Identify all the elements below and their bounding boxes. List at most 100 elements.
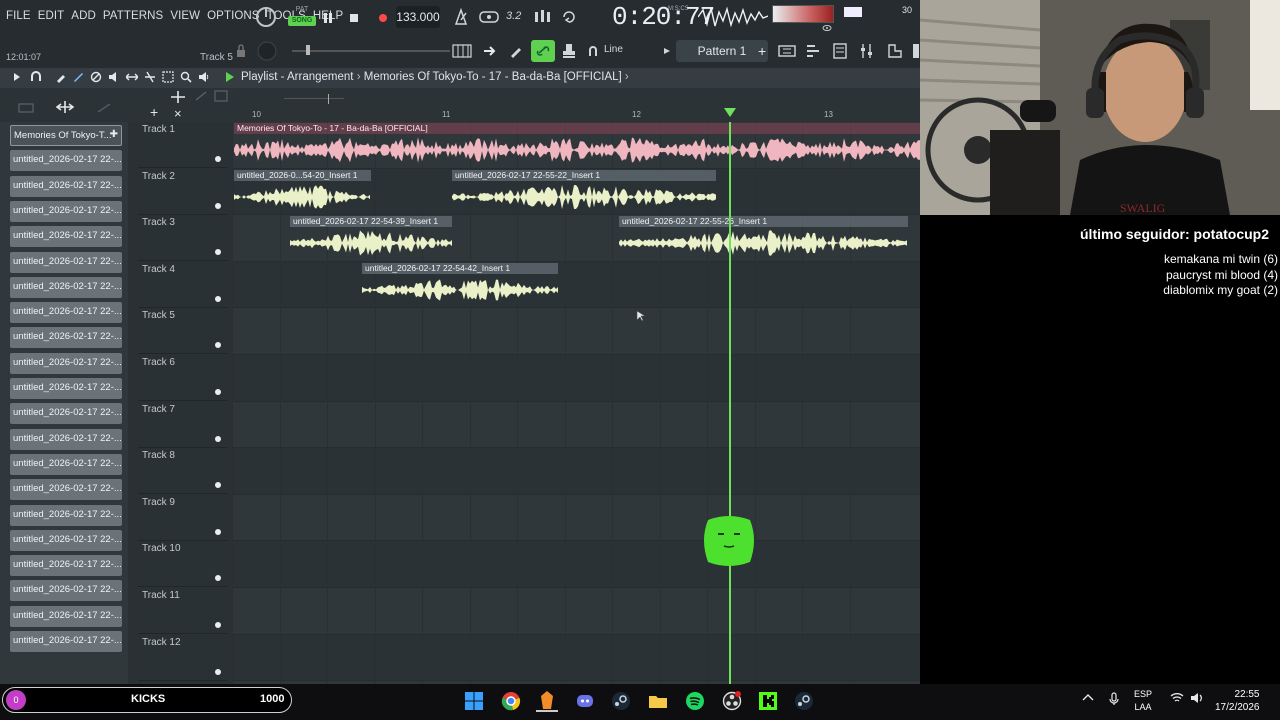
magnet-icon[interactable] xyxy=(588,44,598,58)
track-lane[interactable] xyxy=(232,634,920,682)
pattern-selector[interactable]: Pattern 1 xyxy=(676,40,768,62)
channel-rack-icon[interactable] xyxy=(805,43,823,59)
track-header[interactable]: Track 7 xyxy=(138,402,228,448)
slice-tool-icon[interactable] xyxy=(144,71,156,83)
track-header[interactable]: Track 12 xyxy=(138,635,228,681)
menu-view[interactable]: VIEW xyxy=(170,10,200,22)
track-mute-indicator[interactable] xyxy=(215,389,221,395)
volume-icon[interactable] xyxy=(1190,692,1204,704)
track-header[interactable]: Track 1 xyxy=(138,122,228,168)
mixer-icon[interactable] xyxy=(778,43,796,59)
taskbar-spotify[interactable] xyxy=(684,690,706,712)
timeline-ruler[interactable]: 10 11 12 13 xyxy=(232,104,920,122)
menu-options[interactable]: OPTIONS xyxy=(207,10,259,22)
track-lane[interactable] xyxy=(232,355,920,402)
loop-record-icon[interactable] xyxy=(561,9,579,25)
microphone-icon[interactable] xyxy=(1108,692,1120,706)
eye-icon[interactable] xyxy=(822,24,832,32)
menu-patterns[interactable]: PATTERNS xyxy=(103,10,163,22)
picker-item-audio-clip[interactable]: untitled_2026-02-17 22-... xyxy=(10,378,122,399)
slip-tool-icon[interactable] xyxy=(126,71,138,83)
delete-tool-icon[interactable] xyxy=(90,71,102,83)
menu-add[interactable]: ADD xyxy=(71,10,96,22)
track-header[interactable]: Track 11 xyxy=(138,588,228,634)
picker-item-audio-clip[interactable]: untitled_2026-02-17 22-... xyxy=(10,479,122,501)
track-header[interactable]: Track 10 xyxy=(138,541,228,588)
track-header[interactable]: Track 8 xyxy=(138,448,228,495)
audio-clip[interactable]: Memories Of Tokyo-To - 17 - Ba-da-Ba [OF… xyxy=(234,123,920,167)
picker-item-audio-clip[interactable]: untitled_2026-02-17 22-... xyxy=(10,605,122,627)
audio-clip[interactable]: untitled_2026-02-17 22-54-42_Insert 1 xyxy=(362,262,558,307)
track-header[interactable]: Track 4 xyxy=(138,262,228,308)
play-triangle-icon[interactable] xyxy=(663,47,671,55)
wifi-icon[interactable] xyxy=(1170,692,1184,704)
track-lane[interactable] xyxy=(232,541,920,588)
track-mute-indicator[interactable] xyxy=(215,482,221,489)
picker-item-song[interactable]: Memories Of Tokyo-T... ✚ xyxy=(10,125,122,146)
piano-roll-icon[interactable] xyxy=(452,43,472,59)
remove-track-icon[interactable]: × xyxy=(174,106,182,121)
drag-handle-icon[interactable]: ✚ xyxy=(110,129,118,140)
pencil-icon[interactable] xyxy=(55,71,67,83)
scroll-icon[interactable] xyxy=(96,102,112,114)
stamp-icon[interactable] xyxy=(561,42,577,60)
track-header[interactable]: Track 5 xyxy=(138,308,228,355)
track-lane[interactable] xyxy=(232,448,920,495)
picker-item-audio-clip[interactable]: untitled_2026-02-17 22-... xyxy=(10,276,122,298)
taskbar-steam[interactable] xyxy=(610,690,632,712)
arrangement-name[interactable]: Memories Of Tokyo-To - 17 - Ba-da-Ba [OF… xyxy=(364,71,622,83)
track-mute-indicator[interactable] xyxy=(215,575,221,582)
track-mute-indicator[interactable] xyxy=(215,295,221,302)
add-pattern-icon[interactable]: + xyxy=(758,43,766,59)
picker-item-audio-clip[interactable]: untitled_2026-02-17 22-... xyxy=(10,428,122,450)
horizontal-zoom[interactable] xyxy=(284,94,344,104)
stop-button[interactable] xyxy=(344,8,364,28)
record-button[interactable] xyxy=(373,8,393,28)
wait-input-icon[interactable] xyxy=(479,9,499,25)
paint-brush-icon[interactable] xyxy=(72,71,84,83)
picker-item-audio-clip[interactable]: untitled_2026-02-17 22-... xyxy=(10,200,122,222)
track-mute-indicator[interactable] xyxy=(215,528,221,535)
master-pitch-knob-icon[interactable] xyxy=(256,40,278,62)
picker-item-audio-clip[interactable]: untitled_2026-02-17 22-... xyxy=(10,175,122,197)
taskbar-chrome[interactable] xyxy=(500,690,522,712)
faders-icon[interactable] xyxy=(859,42,875,60)
picker-item-audio-clip[interactable]: untitled_2026-02-17 22-... xyxy=(10,150,122,172)
magnet-snap-icon[interactable] xyxy=(30,71,42,83)
picker-item-audio-clip[interactable]: untitled_2026-02-17 22-... xyxy=(10,403,122,425)
menu-file[interactable]: FILE xyxy=(6,10,31,22)
audio-clip[interactable]: untitled_2026-02-17 22-55-22_Insert 1 xyxy=(452,169,716,214)
add-track-icon[interactable]: + xyxy=(150,104,158,120)
track-mute-indicator[interactable] xyxy=(215,202,221,209)
track-header[interactable]: Track 9 xyxy=(138,495,228,541)
pause-button[interactable] xyxy=(318,8,338,28)
taskbar-discord[interactable] xyxy=(574,690,596,712)
track-lane[interactable] xyxy=(232,261,920,309)
track-mute-indicator[interactable] xyxy=(215,668,221,675)
picker-item-audio-clip[interactable]: untitled_2026-02-17 22-... xyxy=(10,529,122,551)
track-mute-indicator[interactable] xyxy=(215,249,221,256)
speaker-icon[interactable] xyxy=(198,71,210,83)
zoom-tool-icon[interactable] xyxy=(180,71,192,83)
picker-item-audio-clip[interactable]: untitled_2026-02-17 22-... xyxy=(10,352,122,374)
audio-clip[interactable]: untitled_2026-02-17 22-55-26_Insert 1 xyxy=(619,216,908,260)
grid-view-icon[interactable] xyxy=(18,102,34,114)
select-tool-icon[interactable] xyxy=(162,71,174,83)
playhead-marker[interactable] xyxy=(724,108,736,117)
track-mute-indicator[interactable] xyxy=(215,156,221,162)
track-header[interactable]: Track 6 xyxy=(138,355,228,401)
picker-item-audio-clip[interactable]: untitled_2026-02-17 22-... xyxy=(10,302,122,324)
track-lane[interactable] xyxy=(232,402,920,449)
track-lane[interactable] xyxy=(232,308,920,355)
track-mute-indicator[interactable] xyxy=(215,435,221,442)
taskbar-kick[interactable] xyxy=(757,690,779,712)
taskbar-steam-2[interactable] xyxy=(793,690,815,712)
picker-item-audio-clip[interactable]: untitled_2026-02-17 22-... xyxy=(10,226,122,248)
playlist-icon[interactable] xyxy=(832,42,848,60)
browser-icon[interactable] xyxy=(912,42,920,60)
track-mute-indicator[interactable] xyxy=(215,342,221,349)
picker-item-audio-clip[interactable]: untitled_2026-02-17 22-... xyxy=(10,555,122,577)
audio-clip[interactable]: untitled_2026-02-17 22-54-39_Insert 1 xyxy=(290,216,452,260)
language-indicator[interactable]: ESP LAA xyxy=(1134,688,1152,714)
picker-item-audio-clip[interactable]: untitled_2026-02-17 22-... xyxy=(10,327,122,349)
